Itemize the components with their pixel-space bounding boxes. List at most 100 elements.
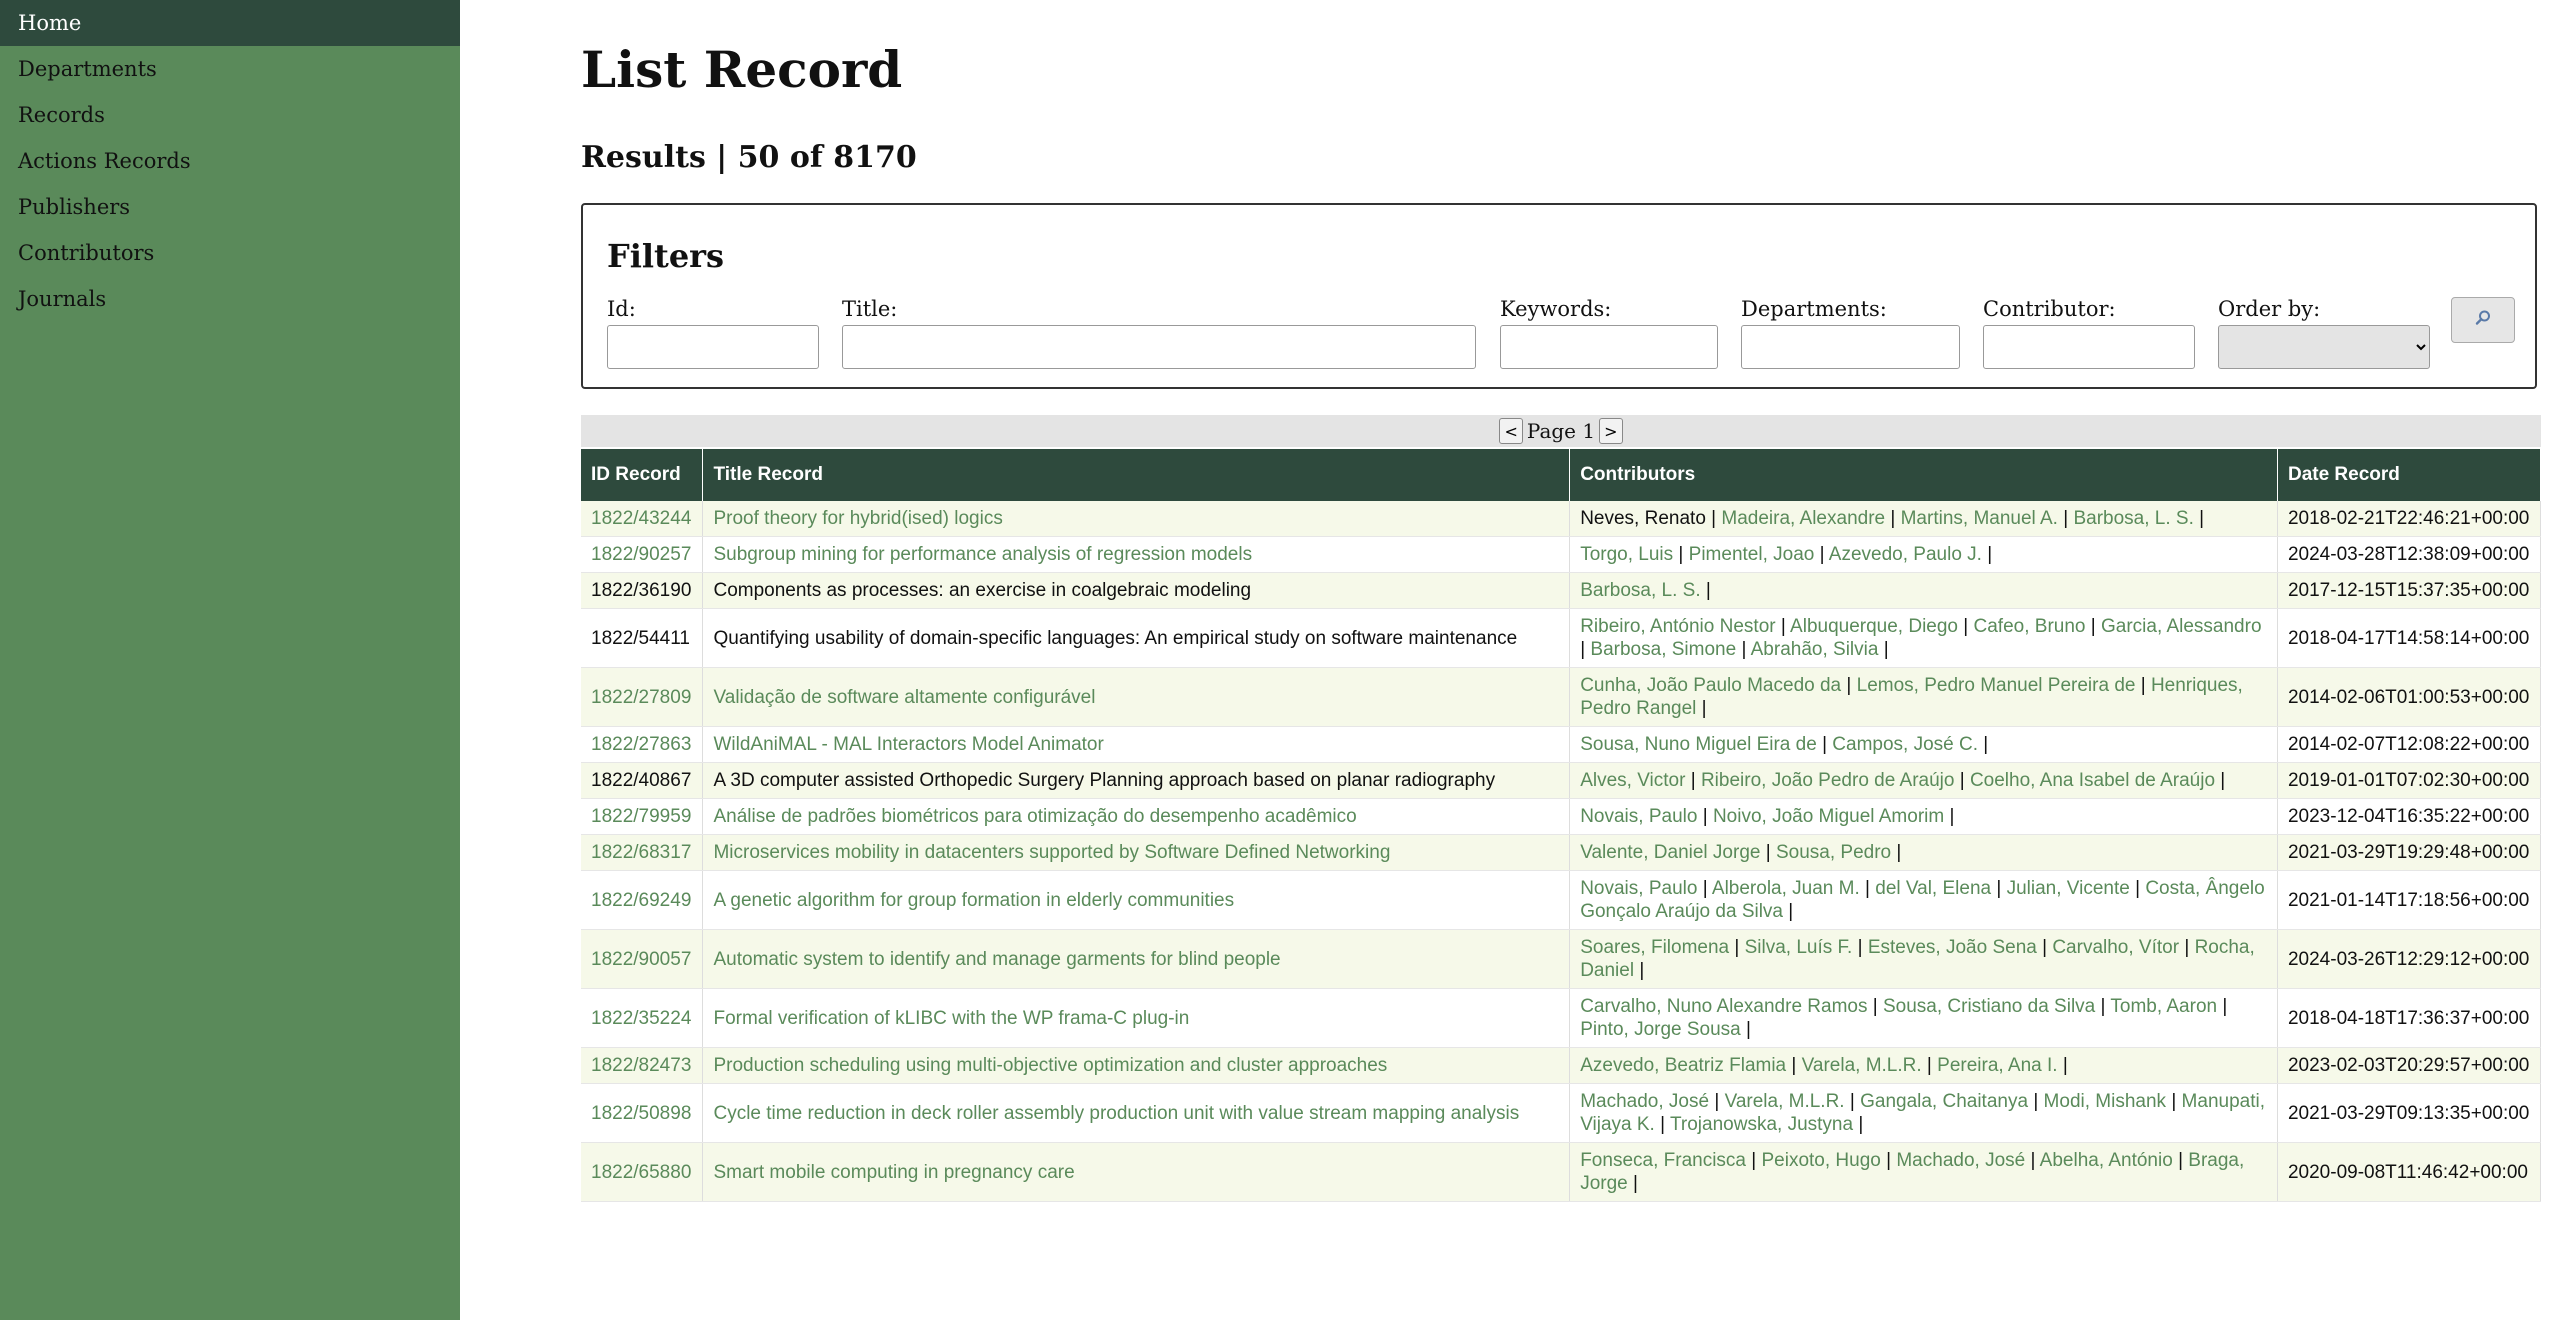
contributor-link[interactable]: Pereira, Ana I. <box>1937 1055 2057 1076</box>
contributor-link[interactable]: Modi, Mishank <box>2044 1091 2167 1112</box>
contributor-link[interactable]: Campos, José C. <box>1832 734 1978 755</box>
contributor-link[interactable]: Carvalho, Nuno Alexandre Ramos <box>1580 996 1867 1017</box>
sidebar-item-home[interactable]: Home <box>0 0 460 46</box>
sidebar-item-records[interactable]: Records <box>0 92 460 138</box>
contributor-link[interactable]: Azevedo, Paulo J. <box>1829 544 1982 565</box>
contributor-link[interactable]: Madeira, Alexandre <box>1721 508 1885 529</box>
contributor-link[interactable]: Carvalho, Vítor <box>2052 937 2179 958</box>
record-title-cell[interactable]: Proof theory for hybrid(ised) logics <box>702 501 1571 537</box>
contributor-link[interactable]: Sousa, Cristiano da Silva <box>1883 996 2095 1017</box>
contributor-link[interactable]: Martins, Manuel A. <box>1901 508 2058 529</box>
record-title-cell[interactable]: Análise de padrões biométricos para otim… <box>702 798 1571 835</box>
contributor-link[interactable]: Novais, Paulo <box>1580 806 1697 827</box>
contributor-link[interactable]: Cunha, João Paulo Macedo da <box>1580 675 1841 696</box>
record-id-cell[interactable]: 1822/65880 <box>581 1142 704 1202</box>
contributor-link[interactable]: Soares, Filomena <box>1580 937 1729 958</box>
record-id-cell[interactable]: 1822/69249 <box>581 870 704 930</box>
record-title-cell[interactable]: Cycle time reduction in deck roller asse… <box>702 1083 1571 1143</box>
col-header-id[interactable]: ID Record <box>581 449 704 501</box>
filter-id-input[interactable] <box>607 325 819 369</box>
contributor-link[interactable]: Fonseca, Francisca <box>1580 1150 1746 1171</box>
contributor-link[interactable]: Ribeiro, João Pedro de Araújo <box>1701 770 1955 791</box>
contributor-separator: | <box>2085 616 2101 637</box>
record-date-cell: 2019-01-01T07:02:30+00:00 <box>2277 762 2542 799</box>
contributor-link[interactable]: Silva, Luís F. <box>1745 937 1853 958</box>
contributor-link[interactable]: Sousa, Pedro <box>1776 842 1891 863</box>
record-title-cell[interactable]: Production scheduling using multi-object… <box>702 1047 1571 1084</box>
sidebar-item-journals[interactable]: Journals <box>0 276 460 322</box>
contributor-link[interactable]: Abelha, António <box>2040 1150 2173 1171</box>
contributor-link[interactable]: Barbosa, Simone <box>1590 639 1736 660</box>
record-title-cell[interactable]: Validação de software altamente configur… <box>702 667 1571 727</box>
record-id-cell[interactable]: 1822/90057 <box>581 929 704 989</box>
record-title-cell[interactable]: Formal verification of kLIBC with the WP… <box>702 988 1571 1048</box>
search-button[interactable] <box>2451 297 2515 343</box>
contributor-link[interactable]: Pimentel, Joao <box>1689 544 1815 565</box>
record-title-cell: Components as processes: an exercise in … <box>702 572 1571 609</box>
filter-contributor-input[interactable] <box>1983 325 2195 369</box>
contributor-link[interactable]: Barbosa, L. S. <box>2073 508 2193 529</box>
order-by-select[interactable] <box>2218 325 2430 369</box>
col-header-date[interactable]: Date Record <box>2277 449 2542 501</box>
sidebar-item-departments[interactable]: Departments <box>0 46 460 92</box>
col-header-contributors[interactable]: Contributors <box>1569 449 2278 501</box>
record-title-cell[interactable]: WildAniMAL - MAL Interactors Model Anima… <box>702 726 1571 763</box>
contributor-link[interactable]: Valente, Daniel Jorge <box>1580 842 1760 863</box>
contributor-link[interactable]: Lemos, Pedro Manuel Pereira de <box>1857 675 2136 696</box>
contributor-link[interactable]: Machado, José <box>1580 1091 1709 1112</box>
contributor-link[interactable]: Esteves, João Sena <box>1868 937 2037 958</box>
contributor-link[interactable]: Julian, Vicente <box>2007 878 2130 899</box>
contributor-link[interactable]: Ribeiro, António Nestor <box>1580 616 1775 637</box>
record-contributors-cell: Fonseca, Francisca | Peixoto, Hugo | Mac… <box>1569 1142 2278 1202</box>
record-id-cell[interactable]: 1822/27863 <box>581 726 704 763</box>
contributor-link[interactable]: Trojanowska, Justyna <box>1670 1114 1853 1135</box>
col-header-title[interactable]: Title Record <box>702 449 1571 501</box>
next-page-button[interactable]: > <box>1599 418 1623 444</box>
contributor-link[interactable]: Noivo, João Miguel Amorim <box>1713 806 1944 827</box>
prev-page-button[interactable]: < <box>1499 418 1523 444</box>
contributor-link[interactable]: Varela, M.L.R. <box>1802 1055 1922 1076</box>
contributor-link[interactable]: Alberola, Juan M. <box>1712 878 1860 899</box>
sidebar-item-contributors[interactable]: Contributors <box>0 230 460 276</box>
filter-contributor-group: Contributor: <box>1983 297 2195 369</box>
contributor-link[interactable]: Abrahão, Silvia <box>1751 639 1879 660</box>
filter-departments-input[interactable] <box>1741 325 1960 369</box>
contributor-link[interactable]: Coelho, Ana Isabel de Araújo <box>1970 770 2215 791</box>
record-date-cell: 2024-03-26T12:29:12+00:00 <box>2277 929 2542 989</box>
record-title-cell[interactable]: Smart mobile computing in pregnancy care <box>702 1142 1571 1202</box>
record-title-cell[interactable]: Automatic system to identify and manage … <box>702 929 1571 989</box>
contributor-link[interactable]: Alves, Victor <box>1580 770 1685 791</box>
record-id-cell[interactable]: 1822/82473 <box>581 1047 704 1084</box>
contributor-link[interactable]: Azevedo, Beatriz Flamia <box>1580 1055 1786 1076</box>
contributor-link[interactable]: Albuquerque, Diego <box>1790 616 1958 637</box>
record-id-cell[interactable]: 1822/43244 <box>581 501 704 537</box>
contributor-link[interactable]: Cafeo, Bruno <box>1974 616 2086 637</box>
contributor-link[interactable]: Varela, M.L.R. <box>1725 1091 1845 1112</box>
contributor-link[interactable]: Pinto, Jorge Sousa <box>1580 1019 1741 1040</box>
record-title-cell[interactable]: A genetic algorithm for group formation … <box>702 870 1571 930</box>
contributor-separator: | <box>1853 1114 1864 1135</box>
contributor-link[interactable]: Tomb, Aaron <box>2110 996 2217 1017</box>
contributor-link[interactable]: Machado, José <box>1896 1150 2025 1171</box>
contributor-link[interactable]: Torgo, Luis <box>1580 544 1673 565</box>
contributor-link[interactable]: del Val, Elena <box>1875 878 1991 899</box>
contributor-link[interactable]: Gangala, Chaitanya <box>1860 1091 2028 1112</box>
magnifier-icon <box>2474 309 2492 331</box>
contributor-link[interactable]: Peixoto, Hugo <box>1762 1150 1881 1171</box>
record-id-cell[interactable]: 1822/68317 <box>581 834 704 871</box>
record-id-cell[interactable]: 1822/79959 <box>581 798 704 835</box>
sidebar-item-actions-records[interactable]: Actions Records <box>0 138 460 184</box>
filter-title-input[interactable] <box>842 325 1476 369</box>
record-title-cell[interactable]: Subgroup mining for performance analysis… <box>702 536 1571 573</box>
record-id-cell[interactable]: 1822/35224 <box>581 988 704 1048</box>
record-id-cell[interactable]: 1822/27809 <box>581 667 704 727</box>
record-title-cell[interactable]: Microservices mobility in datacenters su… <box>702 834 1571 871</box>
contributor-link[interactable]: Barbosa, L. S. <box>1580 580 1700 601</box>
record-id-cell[interactable]: 1822/90257 <box>581 536 704 573</box>
contributor-link[interactable]: Garcia, Alessandro <box>2101 616 2262 637</box>
record-id-cell[interactable]: 1822/50898 <box>581 1083 704 1143</box>
filter-keywords-input[interactable] <box>1500 325 1718 369</box>
sidebar-item-publishers[interactable]: Publishers <box>0 184 460 230</box>
contributor-link[interactable]: Sousa, Nuno Miguel Eira de <box>1580 734 1817 755</box>
contributor-link[interactable]: Novais, Paulo <box>1580 878 1697 899</box>
